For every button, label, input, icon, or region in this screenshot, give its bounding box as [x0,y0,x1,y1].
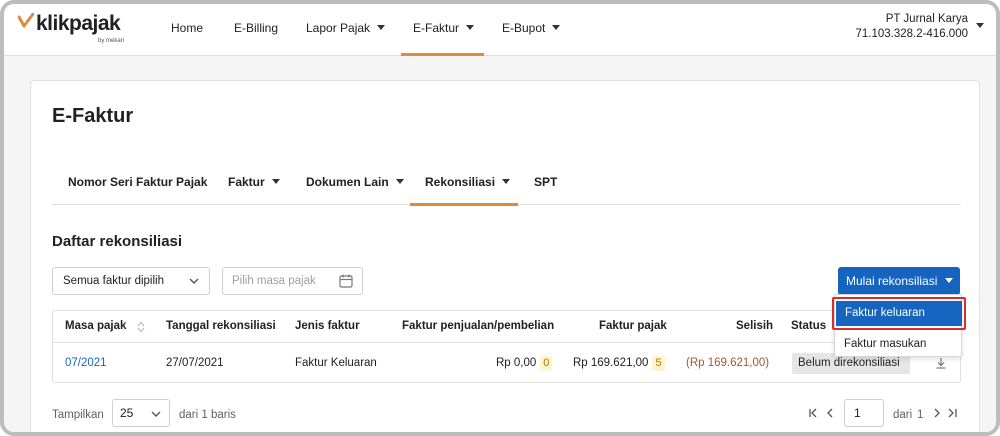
next-page-icon[interactable] [931,407,943,419]
page-title: E-Faktur [52,105,134,127]
menu-item-faktur-keluaran-label: Faktur keluaran [836,301,962,326]
col-status: Status [791,320,827,332]
pages-of-label: dari [893,409,913,421]
last-page-icon[interactable] [946,407,958,419]
nav-e-billing[interactable]: E-Billing [234,4,278,56]
sub-tabs: Nomor Seri Faktur Pajak Faktur Dokumen L… [52,161,961,206]
masa-pajak-placeholder: Pilih masa pajak [232,275,316,287]
faktur-filter-value: Semua faktur dipilih [63,275,164,287]
nav-e-billing-label: E-Billing [234,21,279,35]
app-frame: klikpajak by mekari Home E-Billing Lapor… [0,0,1000,436]
rekonsiliasi-table: Masa pajak Tanggal rekonsiliasi Jenis fa… [52,310,961,383]
tab-faktur-label: Faktur [228,175,265,189]
caret-down-icon [502,179,511,185]
prev-page-icon[interactable] [824,407,836,419]
rekonsiliasi-dropdown-menu: Faktur keluaran Faktur masukan [832,294,966,357]
menu-item-faktur-masukan[interactable]: Faktur masukan [835,331,961,357]
tab-spt-label: SPT [534,175,558,189]
top-navbar: klikpajak by mekari Home E-Billing Lapor… [4,4,996,56]
col-jenis: Jenis faktur [295,320,360,332]
chevron-down-icon [151,411,161,417]
pajak-count-badge: 5 [652,356,665,371]
cell-selisih: (Rp 169.621,00) [686,357,770,369]
masa-pajak-input[interactable]: Pilih masa pajak [222,267,363,295]
cell-penjualan: Rp 0,00 0 [496,344,553,382]
tab-dokumen-lain-label: Dokumen Lain [306,175,389,189]
company-caret-icon[interactable] [976,23,984,28]
cell-pajak-amount: Rp 169.621,00 [573,357,649,369]
company-name: PT Jurnal Karya [885,13,968,25]
nav-e-bupot[interactable]: E-Bupot [502,4,561,56]
col-tanggal: Tanggal rekonsiliasi [166,320,276,332]
company-npwp: 71.103.328.2-416.000 [855,28,968,40]
total-pages: 1 [917,409,924,421]
col-masa-pajak[interactable]: Masa pajak [65,311,126,342]
cell-faktur-pajak: Rp 169.621,00 5 [573,344,665,382]
caret-down-icon [552,25,561,31]
table-header: Masa pajak Tanggal rekonsiliasi Jenis fa… [53,311,960,343]
nav-e-faktur-label: E-Faktur [413,21,460,35]
cell-penjualan-amount: Rp 0,00 [496,357,537,369]
caret-down-icon [395,179,404,185]
show-label: Tampilkan [52,409,104,421]
cell-masa[interactable]: 07/2021 [65,344,107,382]
mulai-rekonsiliasi-label: Mulai rekonsiliasi [846,274,938,288]
tab-rekonsiliasi-label: Rekonsiliasi [425,175,496,189]
nav-lapor-pajak[interactable]: Lapor Pajak [306,4,386,56]
main-card: E-Faktur Nomor Seri Faktur Pajak Faktur … [30,80,980,432]
download-icon[interactable] [935,357,947,369]
section-title: Daftar rekonsiliasi [52,233,183,250]
page-number-input[interactable]: 1 [844,399,884,427]
brand-sub: by mekari [98,38,125,44]
menu-item-faktur-keluaran[interactable]: Faktur keluaran [832,297,966,330]
mulai-rekonsiliasi-button[interactable]: Mulai rekonsiliasi [838,267,960,295]
cell-tanggal: 27/07/2021 [166,357,224,369]
page-size-value: 25 [120,406,134,420]
tab-rekonsiliasi[interactable]: Rekonsiliasi [410,161,518,206]
caret-down-icon [377,25,386,31]
first-page-icon[interactable] [808,407,820,419]
nav-e-faktur[interactable]: E-Faktur [401,4,484,56]
calendar-icon[interactable] [339,274,353,288]
brand-logo[interactable]: klikpajak by mekari [18,11,148,45]
tab-nomor-seri[interactable]: Nomor Seri Faktur Pajak [68,161,207,206]
caret-down-icon [271,179,280,185]
tab-faktur[interactable]: Faktur [228,161,280,206]
caret-down-icon [466,25,475,31]
tab-nomor-seri-label: Nomor Seri Faktur Pajak [68,175,208,189]
logo-check-icon [18,13,34,28]
penjualan-count-badge: 0 [540,356,553,371]
rows-count: dari 1 baris [179,409,236,421]
company-switcher[interactable]: PT Jurnal Karya 71.103.328.2-416.000 [855,12,968,42]
col-penjualan: Faktur penjualan/pembelian [402,320,555,332]
page-size-select[interactable]: 25 [112,399,170,427]
brand-name: klikpajak [36,12,121,35]
chevron-down-icon [189,278,199,284]
nav-e-bupot-label: E-Bupot [502,21,546,35]
faktur-filter-select[interactable]: Semua faktur dipilih [52,267,210,295]
col-faktur-pajak: Faktur pajak [599,320,667,332]
col-selisih: Selisih [736,320,774,332]
tab-dokumen-lain[interactable]: Dokumen Lain [306,161,404,206]
caret-down-icon [945,278,954,284]
tab-spt[interactable]: SPT [534,161,557,206]
nav-home[interactable]: Home [171,4,203,56]
cell-jenis: Faktur Keluaran [295,357,377,369]
nav-home-label: Home [171,21,204,35]
nav-lapor-pajak-label: Lapor Pajak [306,21,371,35]
sort-icon[interactable] [137,321,145,333]
